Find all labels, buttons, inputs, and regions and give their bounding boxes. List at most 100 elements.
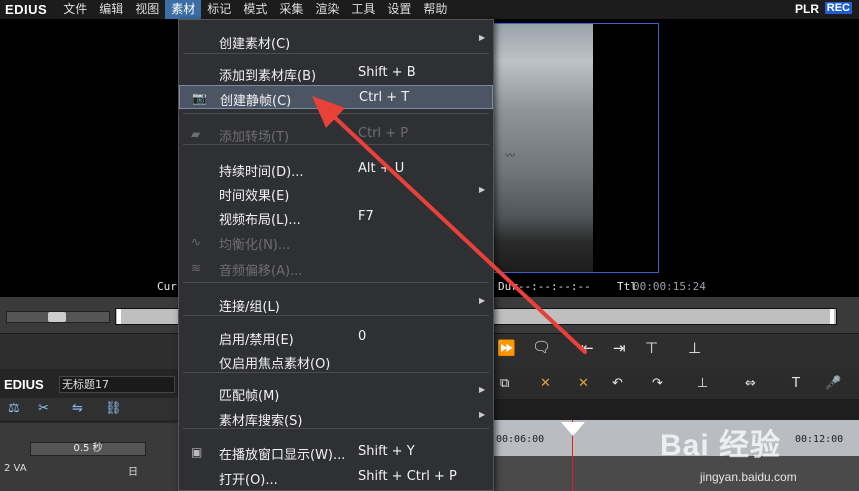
zoom-select[interactable]: 0.5 秒 [30,442,146,456]
set-in-icon[interactable]: ⇤ [581,339,594,357]
track-label: 2 VA [4,463,27,474]
menu-item-9[interactable]: 连接/组(L) ▶ [179,292,493,316]
dur-label: Dur--:--:--:-- [498,280,591,293]
submenu-arrow-icon: ▶ [479,185,486,194]
rec-indicator[interactable]: REC [824,2,852,14]
menu-item-5[interactable]: 时间效果(E) ▶ [179,181,493,205]
project-name-field[interactable]: 无标题17 [59,376,175,393]
menu-item-shortcut: 0 [358,329,367,344]
menu-file[interactable]: 文件 [57,0,93,19]
plr-indicator[interactable]: PLR [795,2,819,16]
menu-edit[interactable]: 编辑 [93,0,129,19]
set-out-icon[interactable]: ⇥ [613,339,626,357]
menu-item-12[interactable]: 匹配帧(M) ▶ [179,381,493,405]
menu-item-3: ▰ 添加转场(T) Ctrl + P [179,122,493,146]
menu-separator [183,53,489,54]
redo-icon[interactable]: ↷ [652,376,663,391]
loop-icon[interactable]: 🗨 [532,338,551,356]
menu-separator [183,113,489,114]
menu-view[interactable]: 视图 [129,0,165,19]
menu-item-13[interactable]: 素材库搜索(S) ▶ [179,406,493,430]
menu-item-4[interactable]: 持续时间(D)... Alt + U [179,157,493,181]
undo-icon[interactable]: ↶ [612,376,623,391]
watermark-logo: Bai 经验 [660,429,782,462]
menu-item-label: 创建素材(C) [219,37,291,52]
menu-render[interactable]: 渲染 [309,0,345,19]
track-add-icon[interactable]: ⚖ [8,401,20,416]
bird-silhouette: 〰 [505,151,515,162]
menu-item-shortcut: F7 [358,209,374,224]
audio-offset-icon: ≋ [191,261,202,275]
menu-capture[interactable]: 采集 [273,0,309,19]
menu-clip[interactable]: 素材 [165,0,202,19]
playhead-handle[interactable] [561,422,585,436]
menu-item-shortcut: Shift + Ctrl + P [358,469,457,484]
overwrite-icon[interactable]: ⊥ [688,339,701,357]
cut-icon[interactable]: ✕ [540,376,551,391]
menu-item-0[interactable]: 创建素材(C) ▶ [179,29,493,53]
menu-item-shortcut: Alt + U [358,161,405,176]
menu-item-label: 均衡化(N)... [219,238,291,253]
menu-item-label: 连接/组(L) [219,300,280,315]
mixer-icon[interactable]: ⊥ [697,376,708,391]
out-point-marker[interactable] [830,309,834,324]
sync-icon[interactable]: ⇋ [72,401,83,416]
ruler-time-right: 00:12:00 [795,434,844,445]
watermark-url: jingyan.baidu.com [700,470,797,484]
waveform-icon: ∿ [191,235,202,249]
menu-item-label: 打开(O)... [219,473,278,488]
transition-toolbar-icon[interactable]: ⇔ [745,376,756,391]
menu-marker[interactable]: 标记 [201,0,237,19]
submenu-arrow-icon: ▶ [479,296,486,305]
submenu-arrow-icon: ▶ [479,33,486,42]
transition-icon: ▰ [191,127,201,141]
menu-help[interactable]: 帮助 [417,0,453,19]
insert-icon[interactable]: ⊤ [645,339,658,357]
menu-item-14[interactable]: ▣ 在播放窗口显示(W)... Shift + Y [179,440,493,464]
link-icon[interactable]: ⛓ [105,401,122,416]
menu-item-shortcut: Ctrl + T [359,90,410,105]
menu-item-label: 添加到素材库(B) [219,69,317,84]
menu-item-label: 音频偏移(A)... [219,264,303,279]
title-icon[interactable]: T [792,376,800,391]
menu-item-10[interactable]: 启用/禁用(E) 0 [179,325,493,349]
menu-item-label: 持续时间(D)... [219,165,304,180]
menu-item-7: ∿ 均衡化(N)... [179,230,493,254]
camera-icon: 📷 [192,91,207,105]
menu-tools[interactable]: 工具 [345,0,381,19]
in-point-marker[interactable] [117,309,121,324]
menu-item-shortcut: Shift + Y [358,444,415,459]
menu-item-label: 添加转场(T) [219,130,290,145]
menu-settings[interactable]: 设置 [381,0,417,19]
menu-item-label: 时间效果(E) [219,189,290,204]
menu-item-shortcut: Ctrl + P [358,126,409,141]
ripple-icon[interactable]: ⧉ [500,376,509,391]
menu-item-11[interactable]: 仅启用焦点素材(O) [179,349,493,373]
timeline-strip [494,399,859,420]
timeline-brand: EDIUS [4,377,44,392]
menu-item-label: 启用/禁用(E) [219,333,294,348]
menu-item-6[interactable]: 视频布局(L)... F7 [179,205,493,229]
shuttle-thumb[interactable] [48,312,66,322]
monitor-icon: ▣ [191,445,203,459]
razor-icon[interactable]: ✂ [38,401,49,416]
menu-mode[interactable]: 模式 [237,0,273,19]
track-header [0,423,178,491]
menu-item-label: 创建静帧(C) [220,94,292,109]
ttl-value: 00:00:15:24 [633,280,706,293]
menu-item-15[interactable]: 打开(O)... Shift + Ctrl + P [179,465,493,489]
cur-label: Cur [157,280,177,293]
ruler-time-left: 00:06:00 [496,434,545,445]
mic-icon[interactable]: 🎤 [825,376,841,391]
menu-item-2[interactable]: 📷 创建静帧(C) Ctrl + T [179,85,493,109]
menu-item-label: 匹配帧(M) [219,389,280,404]
delete-icon[interactable]: ✕ [578,376,589,391]
menu-item-shortcut: Shift + B [358,65,416,80]
menu-separator [183,282,489,283]
menu-item-label: 在播放窗口显示(W)... [219,448,346,463]
fast-forward-icon[interactable]: ⏩ [497,339,516,357]
menu-item-8: ≋ 音频偏移(A)... [179,256,493,280]
submenu-arrow-icon: ▶ [479,385,486,394]
menu-item-1[interactable]: 添加到素材库(B) Shift + B [179,61,493,85]
menu-item-label: 素材库搜索(S) [219,414,303,429]
